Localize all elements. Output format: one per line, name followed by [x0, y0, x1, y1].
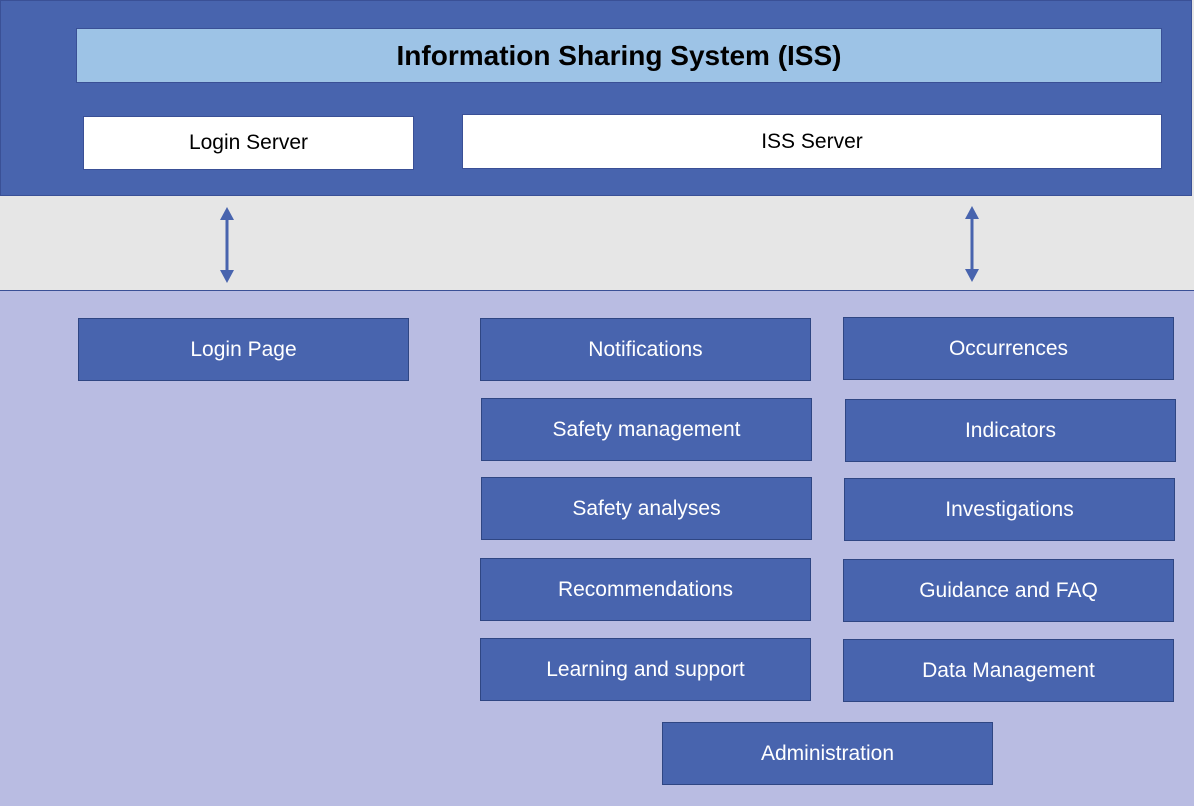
- client-panel: Login Page Notifications Occurrences Saf…: [0, 290, 1194, 806]
- recommendations-box: Recommendations: [480, 558, 811, 621]
- investigations-box: Investigations: [844, 478, 1175, 541]
- indicators-box: Indicators: [845, 399, 1176, 462]
- iss-server-box: ISS Server: [462, 114, 1162, 169]
- occurrences-box: Occurrences: [843, 317, 1174, 380]
- administration-box: Administration: [662, 722, 993, 785]
- notifications-box: Notifications: [480, 318, 811, 381]
- login-page-box: Login Page: [78, 318, 409, 381]
- iss-architecture-diagram: Information Sharing System (ISS) Login S…: [0, 0, 1194, 806]
- system-title: Information Sharing System (ISS): [76, 28, 1162, 83]
- login-connection-arrow: [220, 207, 234, 283]
- login-server-box: Login Server: [83, 116, 414, 170]
- learning-support-box: Learning and support: [480, 638, 811, 701]
- safety-management-box: Safety management: [481, 398, 812, 461]
- guidance-faq-box: Guidance and FAQ: [843, 559, 1174, 622]
- system-panel: Information Sharing System (ISS) Login S…: [0, 0, 1192, 196]
- safety-analyses-box: Safety analyses: [481, 477, 812, 540]
- iss-connection-arrow: [965, 206, 979, 282]
- connection-band: [0, 196, 1194, 290]
- data-management-box: Data Management: [843, 639, 1174, 702]
